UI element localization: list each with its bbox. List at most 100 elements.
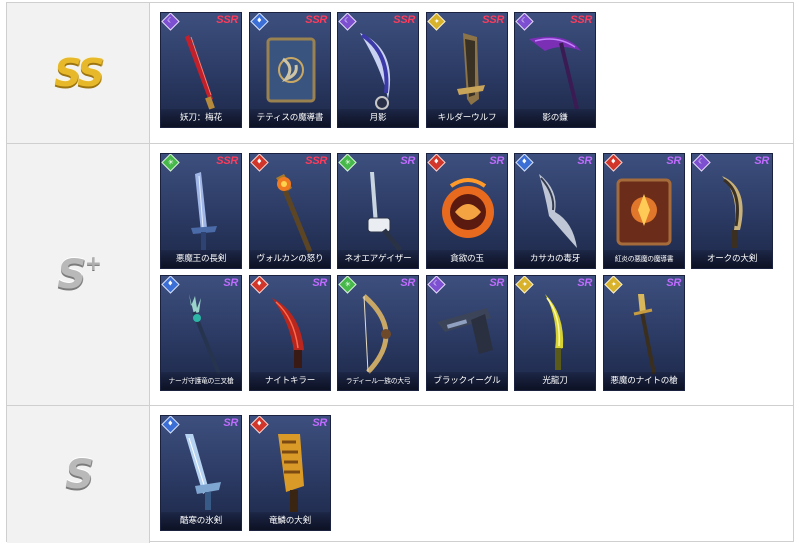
rarity-badge: SR (223, 277, 238, 289)
weapon-card[interactable]: ♦ SSR テティスの魔導書 (249, 12, 331, 128)
weapon-card[interactable]: ♦ SR ナーガ守護竜の三叉槍 (160, 275, 242, 391)
gun-lance-icon (338, 170, 418, 254)
red-blade-icon (250, 292, 330, 376)
rarity-badge: SR (312, 417, 327, 429)
tier-badge: SS (7, 3, 150, 143)
spear-icon (604, 292, 684, 376)
scythe-icon (515, 29, 595, 113)
weapon-card[interactable]: ✦ SR 悪魔のナイトの槍 (603, 275, 685, 391)
weapon-name: ナイトキラー (250, 372, 330, 390)
weapon-card[interactable]: ☾ SSR 妖刀：梅花 (160, 12, 242, 128)
weapon-name: 月影 (338, 109, 418, 127)
ice-sword-icon (161, 432, 241, 516)
weapon-card[interactable]: ♦ SR 酷寒の氷剣 (160, 415, 242, 531)
fire-element-icon: ♦ (427, 154, 446, 172)
fang-blade-icon (515, 170, 595, 254)
dark-element-icon: ☾ (427, 276, 446, 294)
fire-element-icon: ♦ (604, 154, 623, 172)
dark-element-icon: ☾ (692, 154, 711, 172)
rarity-badge: SR (754, 155, 769, 167)
rarity-badge: SSR (305, 155, 327, 167)
weapon-card[interactable]: ✳ SSR 悪魔王の長剣 (160, 153, 242, 269)
weapon-name: 竜鱗の大剣 (250, 512, 330, 530)
weapon-card[interactable]: ✦ SR 光龍刀 (514, 275, 596, 391)
tier-row: S + ✳ SSR 悪魔王の長剣 ♦ SSR ヴォルカンの怒り ✳ SR ネオエアゲイザー ♦ SR 貪欲… (7, 143, 793, 405)
rarity-badge: SR (400, 277, 415, 289)
fire-staff-icon (250, 170, 330, 254)
rarity-badge: SSR (305, 14, 327, 26)
weapon-card[interactable]: ☾ SSR 月影 (337, 12, 419, 128)
rarity-badge: SSR (393, 14, 415, 26)
greatsword-icon (692, 170, 772, 254)
rarity-badge: SSR (570, 14, 592, 26)
grimoire-icon (250, 29, 330, 113)
trident-icon (161, 292, 241, 376)
moon-blade-icon (338, 29, 418, 113)
tier-label: S + (57, 251, 102, 298)
weapon-name: カサカの毒牙 (515, 250, 595, 268)
wind-element-icon: ✳ (161, 154, 180, 172)
weapon-name: 妖刀：梅花 (161, 109, 241, 127)
weapon-name: ナーガ守護竜の三叉槍 (161, 372, 241, 390)
rarity-badge: SR (312, 277, 327, 289)
weapon-card[interactable]: ☾ SSR 影の鎌 (514, 12, 596, 128)
weapon-name: 貪欲の玉 (427, 250, 507, 268)
rarity-badge: SR (666, 155, 681, 167)
weapon-card[interactable]: ♦ SR 紅炎の悪魔の魔導書 (603, 153, 685, 269)
rarity-badge: SR (577, 277, 592, 289)
weapon-name: ラディール一族の大弓 (338, 372, 418, 390)
fire-element-icon: ♦ (250, 154, 269, 172)
weapon-name: 光龍刀 (515, 372, 595, 390)
orb-icon (427, 170, 507, 254)
red-katana-icon (161, 29, 241, 113)
weapon-name: 悪魔のナイトの槍 (604, 372, 684, 390)
tier-label: S (65, 451, 94, 498)
weapon-name: キルダーウルフ (427, 109, 507, 127)
tier-plus-mark: + (85, 251, 102, 275)
rarity-badge: SSR (216, 14, 238, 26)
pistol-icon (427, 292, 507, 376)
tier-badge: S + (7, 144, 150, 405)
dark-element-icon: ☾ (161, 13, 180, 31)
fire-element-icon: ♦ (250, 416, 269, 434)
fire-element-icon: ♦ (250, 276, 269, 294)
weapon-name: オークの大剣 (692, 250, 772, 268)
rarity-badge: SR (666, 277, 681, 289)
weapon-name: テティスの魔導書 (250, 109, 330, 127)
rarity-badge: SR (223, 417, 238, 429)
tier-row: S ♦ SR 酷寒の氷剣 ♦ SR 竜鱗の大剣 (7, 405, 793, 543)
tier-label: SS (54, 51, 104, 95)
weapon-card[interactable]: ♦ SSR ヴォルカンの怒り (249, 153, 331, 269)
weapon-card[interactable]: ♦ SR 貪欲の玉 (426, 153, 508, 269)
weapon-card-grid: ♦ SR 酷寒の氷剣 ♦ SR 竜鱗の大剣 (160, 415, 793, 543)
weapon-card[interactable]: ♦ SR ナイトキラー (249, 275, 331, 391)
tier-row: SS ☾ SSR 妖刀：梅花 ♦ SSR テティスの魔導書 ☾ SSR 月影 ✦ SSR キルダーウルフ… (7, 3, 793, 143)
wolf-sword-icon (427, 29, 507, 113)
bow-icon (338, 292, 418, 376)
tier-badge: S (7, 406, 150, 543)
weapon-name: 紅炎の悪魔の魔導書 (604, 250, 684, 268)
light-element-icon: ✦ (515, 276, 534, 294)
weapon-name: 酷寒の氷剣 (161, 512, 241, 530)
weapon-card[interactable]: ☾ SR ブラックイーグル (426, 275, 508, 391)
wind-element-icon: ✳ (338, 154, 357, 172)
water-element-icon: ♦ (161, 416, 180, 434)
weapon-card[interactable]: ☾ SR オークの大剣 (691, 153, 773, 269)
dark-element-icon: ☾ (338, 13, 357, 31)
weapon-card[interactable]: ♦ SR カサカの毒牙 (514, 153, 596, 269)
weapon-name: ネオエアゲイザー (338, 250, 418, 268)
water-element-icon: ♦ (250, 13, 269, 31)
water-element-icon: ♦ (515, 154, 534, 172)
weapon-card[interactable]: ✳ SR ネオエアゲイザー (337, 153, 419, 269)
weapon-card[interactable]: ♦ SR 竜鱗の大剣 (249, 415, 331, 531)
rarity-badge: SSR (216, 155, 238, 167)
weapon-card[interactable]: ✳ SR ラディール一族の大弓 (337, 275, 419, 391)
rarity-badge: SR (400, 155, 415, 167)
weapon-name: 悪魔王の長剣 (161, 250, 241, 268)
grimoire-icon (604, 170, 684, 254)
weapon-name: 影の鎌 (515, 109, 595, 127)
dragon-blade-icon (515, 292, 595, 376)
weapon-card[interactable]: ✦ SSR キルダーウルフ (426, 12, 508, 128)
rarity-badge: SR (489, 155, 504, 167)
tier-list-table: SS ☾ SSR 妖刀：梅花 ♦ SSR テティスの魔導書 ☾ SSR 月影 ✦ SSR キルダーウルフ… (6, 2, 794, 543)
